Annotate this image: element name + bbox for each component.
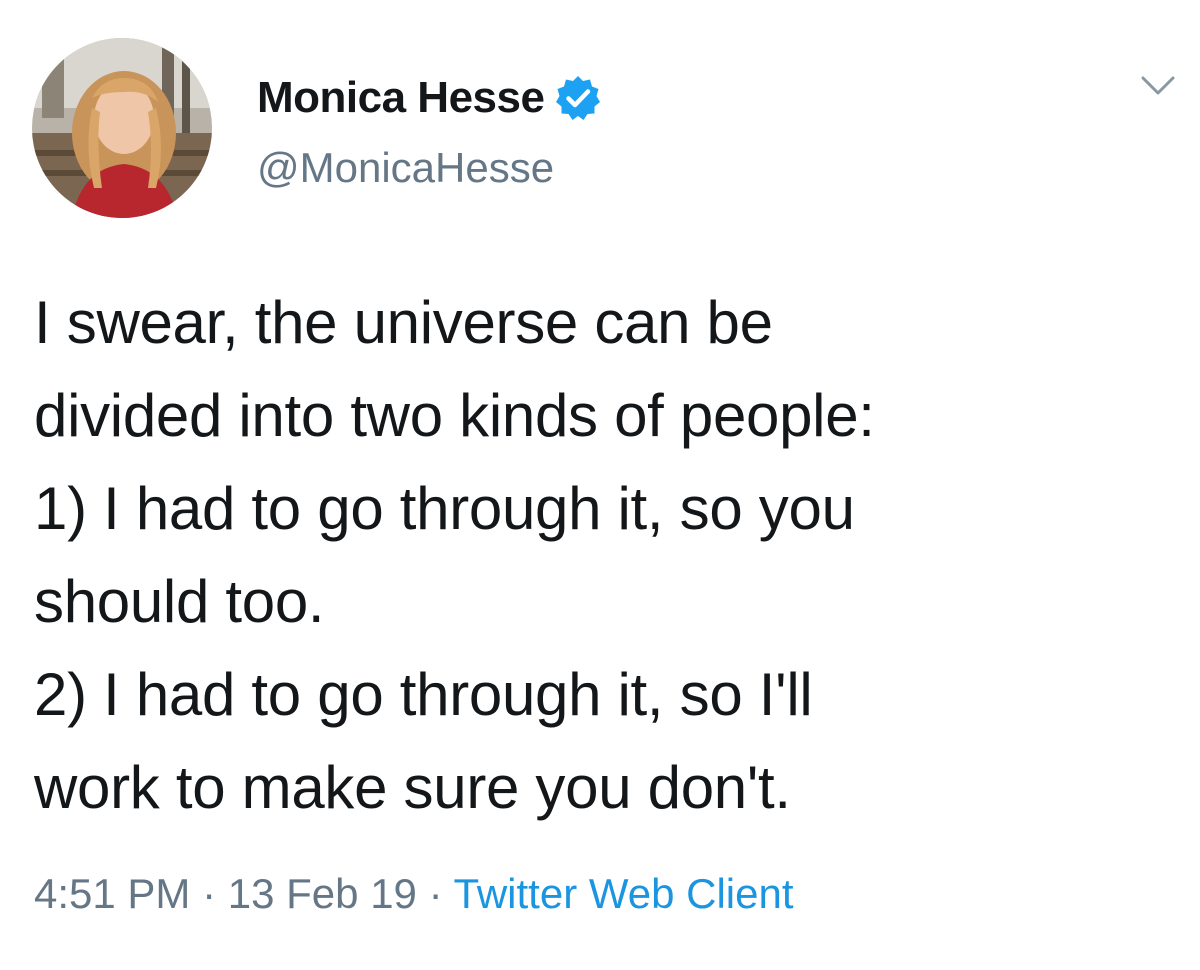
avatar-photo — [32, 38, 212, 218]
tweet-text-line: 1) I had to go through it, so you — [34, 475, 855, 542]
tweet-text-line: divided into two kinds of people: — [34, 382, 875, 449]
tweet-text-line: should too. — [34, 568, 325, 635]
verified-badge-icon — [554, 74, 602, 122]
avatar[interactable] — [32, 38, 212, 218]
author-block[interactable]: Monica Hesse @MonicaHesse — [257, 70, 602, 192]
chevron-down-icon[interactable] — [1140, 74, 1176, 98]
name-row: Monica Hesse — [257, 70, 602, 126]
tweet-metadata: 4:51 PM · 13 Feb 19 · Twitter Web Client — [34, 870, 794, 918]
handle[interactable]: @MonicaHesse — [257, 144, 602, 192]
tweet-time[interactable]: 4:51 PM — [34, 870, 190, 917]
tweet-card: Monica Hesse @MonicaHesse I swear, the u… — [0, 0, 1200, 970]
tweet-text-line: work to make sure you don't. — [34, 754, 791, 821]
tweet-source-link[interactable]: Twitter Web Client — [454, 870, 794, 917]
tweet-date[interactable]: 13 Feb 19 — [228, 870, 417, 917]
tweet-text: I swear, the universe can be divided int… — [34, 276, 1174, 834]
tweet-text-line: 2) I had to go through it, so I'll — [34, 661, 813, 728]
meta-separator: · — [428, 870, 443, 917]
tweet-text-line: I swear, the universe can be — [34, 289, 773, 356]
display-name[interactable]: Monica Hesse — [257, 73, 545, 123]
meta-separator: · — [202, 870, 217, 917]
